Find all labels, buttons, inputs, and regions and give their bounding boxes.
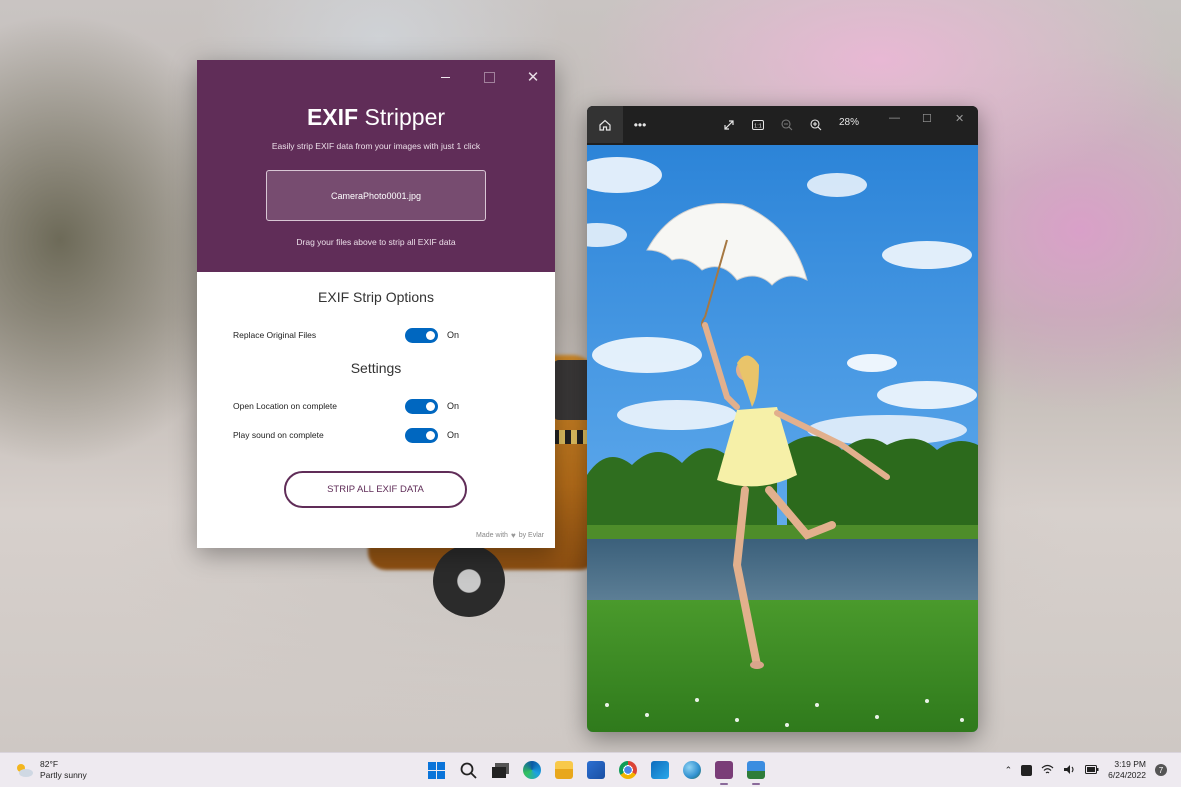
file-explorer-icon[interactable] — [548, 758, 580, 782]
minimize-button[interactable] — [423, 60, 467, 94]
app-title-rest: Stripper — [364, 104, 446, 130]
toggle-state: On — [447, 330, 460, 340]
photo-viewer-window: ••• 1:1 28% — ☐ ✕ — [587, 106, 978, 732]
outlook-icon[interactable] — [644, 758, 676, 782]
store-icon[interactable] — [580, 758, 612, 782]
toggle-state: On — [447, 401, 460, 411]
notification-badge[interactable]: 7 — [1155, 764, 1167, 776]
actual-size-icon[interactable]: 1:1 — [748, 115, 768, 135]
viewer-toolbar: ••• 1:1 28% — ☐ ✕ — [587, 106, 978, 143]
viewer-minimize-button[interactable]: — — [889, 112, 900, 124]
clock[interactable]: 3:19 PM 6/24/2022 — [1108, 759, 1146, 781]
maximize-button[interactable] — [467, 60, 511, 94]
weather-desc: Partly sunny — [40, 770, 87, 780]
setting-row-play-sound: Play sound on complete On — [233, 425, 523, 445]
setting-label: Play sound on complete — [233, 430, 324, 440]
zoom-level: 28% — [839, 117, 860, 128]
clock-date: 6/24/2022 — [1108, 770, 1146, 780]
option-row-replace-original: Replace Original Files On — [233, 325, 523, 345]
credit-suffix: by Evlar — [518, 532, 544, 539]
globe-app-icon[interactable] — [676, 758, 708, 782]
header-panel: ✕ EXIF Stripper Easily strip EXIF data f… — [197, 60, 555, 272]
file-drop-zone[interactable]: CameraPhoto0001.jpg — [266, 170, 486, 221]
edge-browser-icon[interactable] — [516, 758, 548, 782]
heart-icon: ♥ — [510, 531, 516, 540]
svg-text:1:1: 1:1 — [754, 123, 762, 129]
option-label: Replace Original Files — [233, 330, 317, 340]
start-button[interactable] — [420, 758, 452, 782]
close-button[interactable]: ✕ — [511, 60, 555, 94]
replace-original-toggle[interactable] — [405, 327, 438, 343]
viewer-close-button[interactable]: ✕ — [955, 112, 964, 125]
exif-stripper-taskbar-icon[interactable] — [708, 758, 740, 785]
task-view-icon[interactable] — [484, 758, 516, 782]
credit-prefix: Made with — [476, 532, 508, 539]
drop-hint: Drag your files above to strip all EXIF … — [296, 237, 456, 247]
partly-sunny-icon — [14, 762, 34, 778]
wifi-icon[interactable] — [1041, 764, 1054, 777]
zoom-out-icon[interactable] — [777, 115, 797, 135]
more-options-icon[interactable]: ••• — [630, 115, 650, 135]
open-location-toggle[interactable] — [405, 398, 438, 414]
app-title-bold: EXIF — [306, 104, 359, 130]
chevron-up-icon[interactable]: ⌃ — [1005, 765, 1013, 776]
weather-temp: 82°F — [40, 759, 59, 769]
viewer-maximize-button[interactable]: ☐ — [922, 112, 932, 125]
setting-label: Open Location on complete — [233, 401, 337, 411]
settings-title: Settings — [350, 360, 402, 376]
volume-icon[interactable] — [1063, 764, 1076, 777]
search-icon[interactable] — [452, 758, 484, 782]
strip-all-exif-button[interactable]: STRIP ALL EXIF DATA — [284, 471, 467, 508]
zoom-in-icon[interactable] — [806, 115, 826, 135]
photo-woman-with-umbrella — [587, 145, 978, 732]
weather-widget[interactable]: 82°F Partly sunny — [14, 759, 87, 781]
taskbar-apps — [420, 758, 772, 785]
app-subtitle: Easily strip EXIF data from your images … — [271, 141, 481, 151]
exif-stripper-window: ✕ EXIF Stripper Easily strip EXIF data f… — [197, 60, 555, 548]
system-tray: ⌃ 3:19 PM 6/24/2022 7 — [1005, 759, 1167, 781]
drop-zone-file-name: CameraPhoto0001.jpg — [330, 190, 422, 201]
photos-app-icon[interactable] — [740, 758, 772, 785]
home-icon[interactable] — [587, 106, 623, 143]
full-screen-icon[interactable] — [719, 115, 739, 135]
strip-options-title: EXIF Strip Options — [318, 289, 434, 305]
app-tray-icon[interactable] — [1021, 764, 1033, 776]
chrome-icon[interactable] — [612, 758, 644, 782]
app-title: EXIF Stripper — [197, 104, 555, 131]
credit-line: Made with ♥ by Evlar — [476, 531, 544, 540]
clock-time: 3:19 PM — [1114, 759, 1146, 769]
battery-icon[interactable] — [1085, 764, 1099, 776]
window-controls: ✕ — [423, 60, 555, 94]
taskbar: 82°F Partly sunny ⌃ 3:19 PM 6/24/2022 7 — [0, 752, 1181, 787]
play-sound-toggle[interactable] — [405, 427, 438, 443]
toggle-state: On — [447, 430, 460, 440]
setting-row-open-location: Open Location on complete On — [233, 396, 523, 416]
